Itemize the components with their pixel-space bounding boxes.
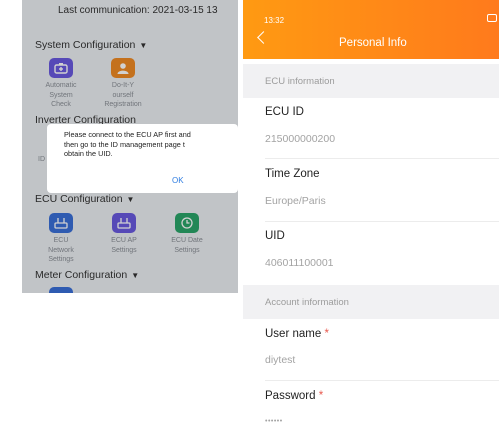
password-label-text: Password <box>265 390 316 402</box>
ecu-information-section-header: ECU information <box>243 64 499 98</box>
status-icon <box>487 14 497 22</box>
ecu-app-screenshot: Last communication: 2021-03-15 13 System… <box>22 0 238 293</box>
password-label: Password * <box>265 390 323 402</box>
app-header: 13:32 Personal Info <box>243 0 499 59</box>
alert-dialog: Please connect to the ECU AP first and t… <box>47 124 238 193</box>
time-zone-label: Time Zone <box>265 168 320 180</box>
divider <box>265 158 499 159</box>
password-value[interactable]: •••••• <box>265 418 283 425</box>
required-marker: * <box>324 328 329 340</box>
uid-label: UID <box>265 230 285 242</box>
uid-value: 406011100001 <box>265 257 334 269</box>
divider <box>265 221 499 222</box>
personal-info-screenshot: 13:32 Personal Info ECU information ECU … <box>243 0 499 441</box>
user-name-label: User name * <box>265 328 329 340</box>
status-time: 13:32 <box>264 16 285 25</box>
ecu-information-label: ECU information <box>265 76 335 87</box>
account-information-label: Account information <box>265 297 349 308</box>
account-information-section-header: Account information <box>243 285 499 319</box>
divider <box>265 380 499 381</box>
ecu-id-label: ECU ID <box>265 106 304 118</box>
ecu-id-value: 215000000200 <box>265 133 336 145</box>
user-name-label-text: User name <box>265 328 322 340</box>
user-name-value[interactable]: diytest <box>265 354 295 366</box>
page-title: Personal Info <box>339 37 407 49</box>
ok-button[interactable]: OK <box>172 176 184 185</box>
required-marker: * <box>318 390 324 402</box>
time-zone-value: Europe/Paris <box>265 195 326 207</box>
dialog-message: Please connect to the ECU AP first and t… <box>64 130 191 158</box>
back-chevron-icon[interactable] <box>257 31 270 44</box>
